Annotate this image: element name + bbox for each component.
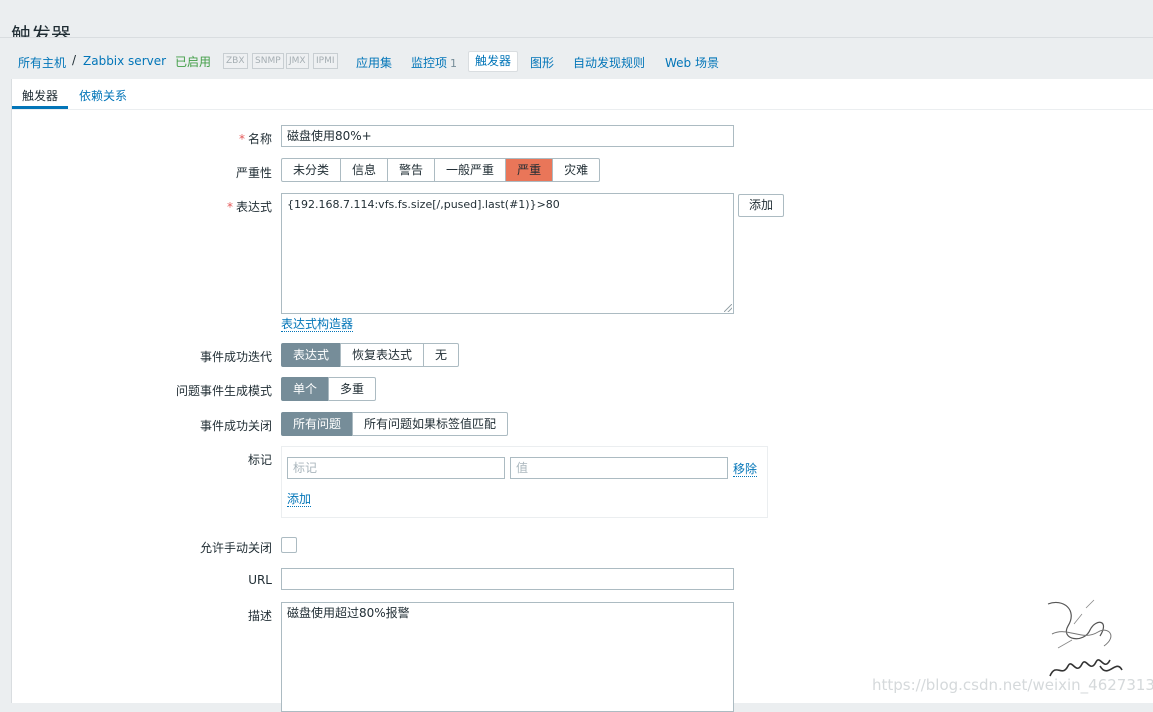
- tab-trigger[interactable]: 触发器: [22, 87, 58, 104]
- expression-value: {192.168.7.114:vfs.fs.size[/,pused].last…: [287, 198, 560, 211]
- breadcrumb-host[interactable]: Zabbix server: [83, 54, 166, 68]
- snmp-availability-badge: SNMP: [252, 53, 284, 69]
- required-mark: *: [226, 200, 233, 214]
- severity-not-classified[interactable]: 未分类: [281, 158, 342, 182]
- severity-disaster[interactable]: 灾难: [552, 158, 601, 182]
- nav-items-count: 1: [450, 57, 458, 70]
- expression-label-text: 表达式: [235, 200, 272, 214]
- ipmi-availability-badge: IPMI: [313, 53, 338, 69]
- ok-event-expression-option[interactable]: 表达式: [281, 343, 342, 367]
- watermark-url-text: https://blog.csdn.net/weixin_46273136: [872, 676, 1153, 694]
- trigger-form-panel: 触发器 依赖关系 * 名称 磁盘使用80%+ 严重性 未分类 信息 警告 一般严重…: [11, 79, 1153, 712]
- nav-graphs[interactable]: 图形: [530, 54, 554, 71]
- url-label: URL: [248, 573, 272, 587]
- form-tabs: 触发器 依赖关系: [12, 79, 1153, 110]
- nav-items[interactable]: 监控项 1: [411, 54, 457, 71]
- name-label: * 名称: [12, 130, 272, 147]
- signature-watermark: [1047, 599, 1123, 677]
- severity-average[interactable]: 一般严重: [434, 158, 507, 182]
- tab-dependencies[interactable]: 依赖关系: [79, 87, 127, 104]
- breadcrumb-separator: /: [72, 53, 77, 67]
- ok-event-closes-selector: 所有问题 所有问题如果标签值匹配: [281, 412, 509, 436]
- tag-remove-link[interactable]: 移除: [733, 462, 758, 477]
- ok-close-tag-match-option[interactable]: 所有问题如果标签值匹配: [352, 412, 509, 436]
- ok-event-generation-label: 事件成功迭代: [199, 350, 272, 364]
- description-label: 描述: [247, 609, 272, 623]
- problem-mode-single-option[interactable]: 单个: [281, 377, 330, 401]
- host-status-enabled[interactable]: 已启用: [175, 53, 211, 70]
- severity-selector: 未分类 信息 警告 一般严重 严重 灾难: [281, 158, 601, 182]
- host-navigation-bar: 所有主机 / Zabbix server 已启用 ZBX SNMP JMX IP…: [0, 37, 1153, 80]
- url-input[interactable]: [281, 568, 734, 590]
- severity-warning[interactable]: 警告: [387, 158, 436, 182]
- expression-constructor-link[interactable]: 表达式构造器: [281, 317, 354, 332]
- description-textarea[interactable]: 磁盘使用超过80%报警: [281, 602, 734, 712]
- problem-mode-label: 问题事件生成模式: [175, 384, 272, 398]
- zbx-availability-badge: ZBX: [223, 53, 248, 69]
- required-mark: *: [238, 132, 245, 146]
- expression-textarea[interactable]: {192.168.7.114:vfs.fs.size[/,pused].last…: [281, 193, 734, 314]
- tags-label: 标记: [247, 453, 272, 467]
- severity-high[interactable]: 严重: [505, 158, 554, 182]
- ok-event-recovery-expression-option[interactable]: 恢复表达式: [340, 343, 425, 367]
- nav-items-label: 监控项: [411, 56, 448, 70]
- tag-add-link[interactable]: 添加: [287, 492, 312, 507]
- ok-event-none-option[interactable]: 无: [423, 343, 460, 367]
- tag-value-input[interactable]: 值: [510, 457, 728, 479]
- jmx-availability-badge: JMX: [286, 53, 309, 69]
- nav-applications[interactable]: 应用集: [356, 54, 392, 71]
- manual-close-checkbox[interactable]: [281, 537, 297, 553]
- nav-triggers[interactable]: 触发器: [468, 51, 519, 72]
- nav-web-scenarios[interactable]: Web 场景: [665, 54, 719, 71]
- nav-discovery-rules[interactable]: 自动发现规则: [573, 54, 645, 71]
- active-tab-indicator: [12, 106, 68, 109]
- problem-mode-selector: 单个 多重: [281, 377, 377, 401]
- expression-label: * 表达式: [12, 198, 272, 215]
- name-input[interactable]: 磁盘使用80%+: [281, 125, 734, 147]
- name-label-text: 名称: [247, 132, 272, 146]
- ok-event-generation-selector: 表达式 恢复表达式 无: [281, 343, 460, 367]
- breadcrumb-all-hosts[interactable]: 所有主机: [18, 54, 66, 71]
- manual-close-label: 允许手动关闭: [199, 541, 272, 555]
- ok-event-closes-label: 事件成功关闭: [199, 419, 272, 433]
- tag-name-input[interactable]: 标记: [287, 457, 505, 479]
- expression-add-button[interactable]: 添加: [738, 194, 785, 217]
- severity-label: 严重性: [235, 166, 272, 180]
- ok-close-all-problems-option[interactable]: 所有问题: [281, 412, 354, 436]
- resize-grip-icon[interactable]: [724, 304, 732, 312]
- description-value: 磁盘使用超过80%报警: [287, 606, 410, 620]
- problem-mode-multiple-option[interactable]: 多重: [328, 377, 377, 401]
- severity-information[interactable]: 信息: [340, 158, 389, 182]
